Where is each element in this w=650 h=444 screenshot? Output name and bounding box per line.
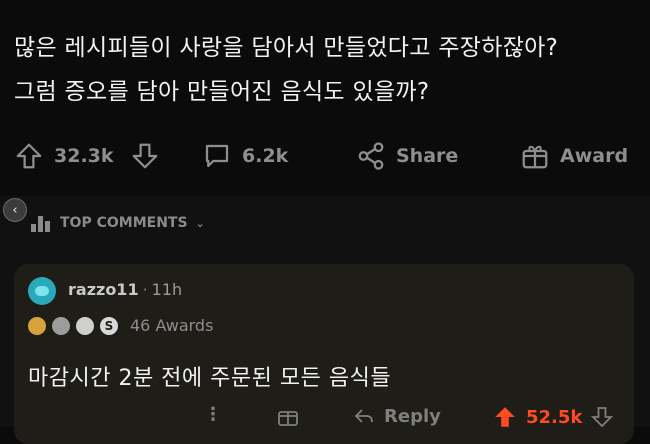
comment-score: 52.5k [526,406,583,428]
share-button[interactable]: Share [356,138,458,174]
reply-button[interactable]: Reply [352,404,441,428]
downvote-button[interactable] [130,138,160,174]
reply-arrow-icon [354,409,373,423]
post-title: 많은 레시피들이 사랑을 담아서 만들었다고 주장하잖아? 그럼 증오를 담아 … [14,26,640,114]
top-comments-sort[interactable]: TOP COMMENTS ⌄ [30,212,205,234]
award-label: Award [560,145,629,167]
silver-coin-icon: S [100,316,118,335]
reply-label: Reply [384,405,441,427]
downvote-arrow-icon[interactable] [590,405,614,429]
comment-award-button[interactable] [276,404,300,428]
share-label: Share [396,145,459,167]
comment-meta: razzo11 · 11h [68,280,182,299]
upvote-arrow-icon[interactable] [14,141,44,171]
award-gift-icon [522,145,548,169]
share-icon [358,142,384,170]
comment-awards[interactable]: S 46 Awards [28,316,213,335]
upvote-button[interactable]: 32.3k [14,138,114,174]
nav-back-button[interactable]: ‹ [3,198,27,222]
chevron-left-icon: ‹ [12,202,18,218]
chart-bars-icon [31,216,50,232]
comment-body: 마감시간 2분 전에 주문된 모든 음식들 [28,366,392,391]
comment-time: 11h [151,280,183,299]
comment-action-bar: ⋮ Reply 52.5k [14,404,634,430]
wholesome-award-icon [76,316,94,335]
comment-vote: 52.5k [492,404,614,430]
upvote-count: 32.3k [54,145,114,167]
comment-username[interactable]: razzo11 [68,280,139,299]
comments-button[interactable]: 6.2k [202,138,288,174]
post-title-line-2: 그럼 증오를 담아 만들어진 음식도 있을까? [14,79,430,105]
top-comments-label: TOP COMMENTS [60,215,188,231]
more-dots-icon: ⋮ [204,404,222,425]
downvote-arrow-icon[interactable] [130,141,160,171]
comment-bubble-icon [205,144,229,168]
post-action-bar: 32.3k 6.2k Share Award [0,138,650,174]
chevron-down-icon: ⌄ [195,216,205,230]
awards-count: 46 Awards [130,316,214,335]
award-button[interactable]: Award [520,138,628,174]
comment-more-button[interactable]: ⋮ [204,404,222,425]
comment-card: razzo11 · 11h S 46 Awards 마감시간 2분 전에 주문된… [14,264,634,444]
gold-award-icon [28,316,46,335]
post-title-line-1: 많은 레시피들이 사랑을 담아서 만들었다고 주장하잖아? [14,35,559,61]
award-gift-icon [278,411,298,426]
comment-count: 6.2k [242,145,289,167]
meta-separator: · [142,280,148,299]
upvote-arrow-icon[interactable] [492,404,518,430]
hug-award-icon [52,316,70,335]
avatar[interactable] [28,277,56,305]
